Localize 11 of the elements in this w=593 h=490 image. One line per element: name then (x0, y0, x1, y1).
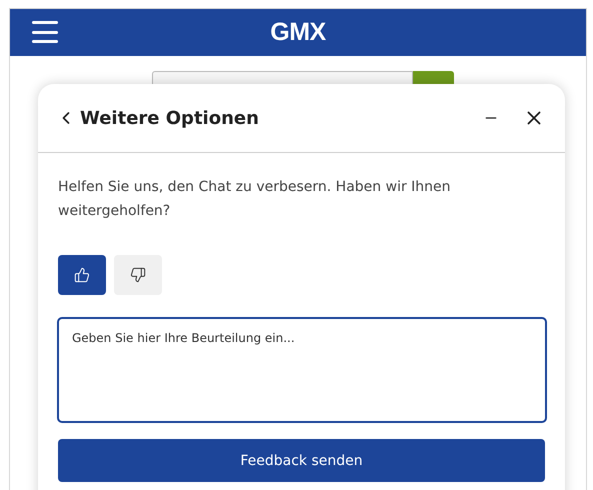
thumbs-down-icon (130, 267, 146, 283)
thumbs-down-button[interactable] (114, 255, 162, 295)
thumbs-up-icon (74, 267, 90, 283)
search-field[interactable] (152, 71, 413, 84)
thumbs-up-button[interactable] (58, 255, 106, 295)
logo: GMX (270, 18, 326, 47)
question-text: Helfen Sie uns, den Chat zu verbesern. Haben wir Ihnen weitergeholfen? (58, 178, 452, 221)
feedback-field[interactable]: Geben Sie hier Ihre Beurteilung ein... (57, 317, 547, 423)
panel-title: Weitere Optionen (80, 108, 260, 128)
menu-icon[interactable] (32, 21, 58, 43)
send-feedback-button[interactable]: Feedback senden (58, 439, 545, 482)
